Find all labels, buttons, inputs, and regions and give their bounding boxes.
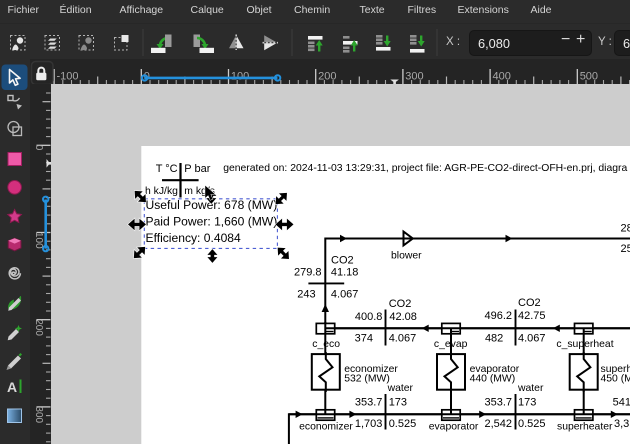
svg-text:200: 200	[33, 319, 44, 336]
svg-text:300: 300	[33, 406, 44, 423]
svg-text:4.067: 4.067	[518, 333, 546, 345]
svg-text:450 (MW): 450 (MW)	[601, 373, 630, 384]
svg-text:0.525: 0.525	[518, 418, 546, 430]
svg-text:41.18: 41.18	[331, 266, 359, 278]
svg-text:42.08: 42.08	[389, 311, 417, 323]
svg-text:h kJ/kg: h kJ/kg	[145, 186, 178, 197]
svg-text:440 (MW): 440 (MW)	[470, 373, 516, 384]
svg-text:-100: -100	[57, 70, 79, 82]
svg-text:243: 243	[297, 289, 315, 301]
svg-text:374: 374	[355, 333, 373, 345]
svg-text:3,3: 3,3	[614, 418, 629, 430]
svg-text:400: 400	[493, 70, 511, 82]
svg-text:532 (MW): 532 (MW)	[344, 373, 390, 384]
svg-text:173: 173	[389, 397, 407, 409]
svg-text:42.75: 42.75	[518, 310, 546, 322]
svg-text:1,703: 1,703	[355, 418, 383, 430]
svg-text:541: 541	[613, 397, 630, 409]
svg-text:Efficiency: 0.4084: Efficiency: 0.4084	[146, 231, 242, 245]
svg-text:CO2: CO2	[518, 297, 541, 309]
svg-text:4.067: 4.067	[389, 333, 417, 345]
svg-text:evaporator: evaporator	[429, 421, 479, 432]
svg-text:c_superheat: c_superheat	[556, 339, 613, 350]
svg-text:353.7: 353.7	[484, 397, 512, 409]
svg-text:300: 300	[405, 70, 423, 82]
svg-text:100: 100	[231, 70, 249, 82]
svg-text:400.8: 400.8	[355, 311, 383, 323]
svg-text:T °C: T °C	[156, 163, 178, 175]
svg-text:water: water	[517, 383, 544, 394]
svg-text:c_eco: c_eco	[312, 339, 340, 350]
svg-text:4.067: 4.067	[331, 289, 359, 301]
svg-text:c_evap: c_evap	[434, 339, 468, 350]
svg-text:285: 285	[621, 223, 630, 235]
svg-text:CO2: CO2	[331, 255, 354, 267]
svg-text:200: 200	[318, 70, 336, 82]
svg-text:2,542: 2,542	[484, 418, 512, 430]
svg-text:water: water	[387, 383, 414, 394]
svg-text:0.525: 0.525	[389, 418, 417, 430]
svg-text:superheater: superheater	[557, 421, 613, 432]
svg-text:CO2: CO2	[389, 298, 412, 310]
svg-text:482: 482	[485, 333, 503, 345]
svg-text:500: 500	[580, 70, 598, 82]
svg-text:496.2: 496.2	[484, 310, 512, 322]
svg-text:353.7: 353.7	[355, 397, 383, 409]
svg-text:0: 0	[33, 145, 44, 151]
svg-text:economizer: economizer	[299, 421, 353, 432]
svg-text:Paid Power: 1,660 (MW): Paid Power: 1,660 (MW)	[146, 215, 278, 229]
svg-text:173: 173	[518, 397, 536, 409]
svg-text:P bar: P bar	[184, 163, 210, 175]
svg-text:253: 253	[621, 243, 630, 255]
svg-text:blower: blower	[391, 250, 422, 261]
svg-text:generated on: 2024-11-03 13:29: generated on: 2024-11-03 13:29:31, proje…	[223, 163, 627, 174]
svg-text:A: A	[7, 379, 17, 395]
svg-text:100: 100	[33, 232, 44, 249]
svg-text:279.8: 279.8	[294, 266, 322, 278]
